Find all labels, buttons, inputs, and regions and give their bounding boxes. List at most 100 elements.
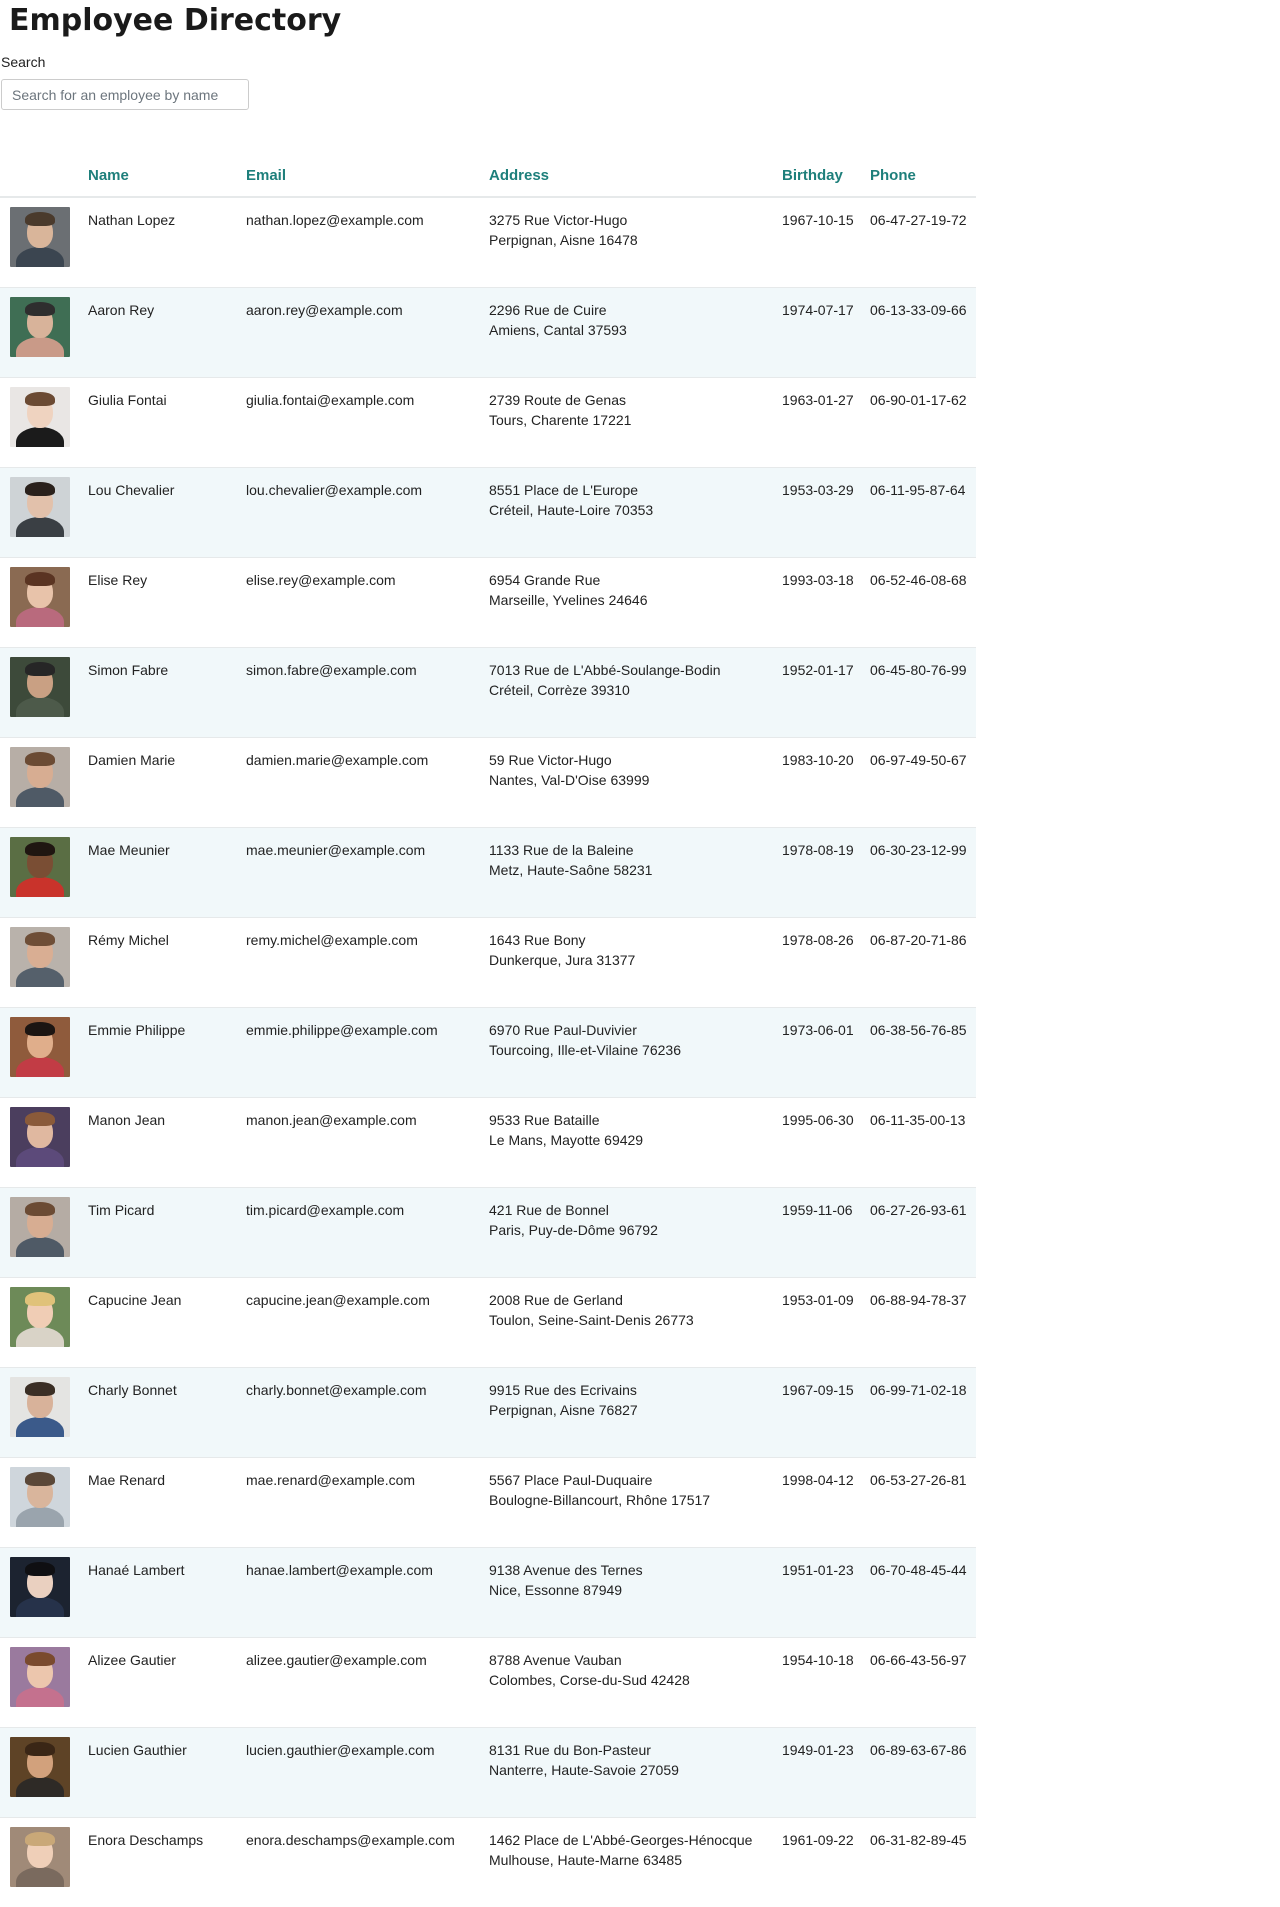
birthday-cell: 1973-06-01 <box>782 1008 870 1098</box>
name-cell: Charly Bonnet <box>88 1368 246 1458</box>
employee-email: tim.picard@example.com <box>246 1188 489 1220</box>
table-row: Simon Fabresimon.fabre@example.com7013 R… <box>0 648 976 738</box>
header-email[interactable]: Email <box>246 155 489 197</box>
employee-phone: 06-66-43-56-97 <box>870 1638 976 1670</box>
avatar-hair <box>25 1202 55 1216</box>
avatar-hair <box>25 1652 55 1666</box>
address-cell: 9138 Avenue des TernesNice, Essonne 8794… <box>489 1548 782 1638</box>
employee-email: charly.bonnet@example.com <box>246 1368 489 1400</box>
employee-birthday: 1953-03-29 <box>782 468 870 500</box>
avatar-cell <box>0 1548 88 1638</box>
employee-email: simon.fabre@example.com <box>246 648 489 680</box>
address-cell: 59 Rue Victor-HugoNantes, Val-D'Oise 639… <box>489 738 782 828</box>
avatar-cell <box>0 1368 88 1458</box>
avatar <box>10 837 70 897</box>
birthday-cell: 1974-07-17 <box>782 288 870 378</box>
phone-cell: 06-13-33-09-66 <box>870 288 976 378</box>
avatar <box>10 1557 70 1617</box>
email-cell: aaron.rey@example.com <box>246 288 489 378</box>
address-street: 1462 Place de L'Abbé-Georges-Hénocque <box>489 1830 782 1850</box>
employee-birthday: 1963-01-27 <box>782 378 870 410</box>
employee-email: enora.deschamps@example.com <box>246 1818 489 1850</box>
avatar-cell <box>0 1638 88 1728</box>
avatar-shoulders <box>16 517 64 537</box>
avatar-hair <box>25 1832 55 1846</box>
avatar-cell <box>0 1458 88 1548</box>
address-cell: 421 Rue de BonnelParis, Puy-de-Dôme 9679… <box>489 1188 782 1278</box>
address-street: 8551 Place de L'Europe <box>489 480 782 500</box>
phone-cell: 06-52-46-08-68 <box>870 558 976 648</box>
employee-phone: 06-38-56-76-85 <box>870 1008 976 1040</box>
address-street: 8788 Avenue Vauban <box>489 1650 782 1670</box>
birthday-cell: 1949-01-23 <box>782 1728 870 1818</box>
birthday-cell: 1952-01-17 <box>782 648 870 738</box>
avatar <box>10 927 70 987</box>
search-input[interactable] <box>1 79 249 110</box>
email-cell: giulia.fontai@example.com <box>246 378 489 468</box>
header-name[interactable]: Name <box>88 155 246 197</box>
phone-cell: 06-47-27-19-72 <box>870 197 976 288</box>
avatar-hair <box>25 482 55 496</box>
avatar-cell <box>0 197 88 288</box>
avatar-shoulders <box>16 1147 64 1167</box>
phone-cell: 06-11-95-87-64 <box>870 468 976 558</box>
header-birthday[interactable]: Birthday <box>782 155 870 197</box>
name-cell: Simon Fabre <box>88 648 246 738</box>
employee-email: damien.marie@example.com <box>246 738 489 770</box>
avatar-hair <box>25 302 55 316</box>
avatar-shoulders <box>16 1777 64 1797</box>
table-row: Lucien Gauthierlucien.gauthier@example.c… <box>0 1728 976 1818</box>
address-cell: 8551 Place de L'EuropeCréteil, Haute-Loi… <box>489 468 782 558</box>
name-cell: Mae Meunier <box>88 828 246 918</box>
table-row: Nathan Lopeznathan.lopez@example.com3275… <box>0 197 976 288</box>
avatar <box>10 1467 70 1527</box>
employee-phone: 06-53-27-26-81 <box>870 1458 976 1490</box>
table-row: Damien Mariedamien.marie@example.com59 R… <box>0 738 976 828</box>
birthday-cell: 1993-03-18 <box>782 558 870 648</box>
employee-email: emmie.philippe@example.com <box>246 1008 489 1040</box>
table-row: Tim Picardtim.picard@example.com421 Rue … <box>0 1188 976 1278</box>
address-street: 9138 Avenue des Ternes <box>489 1560 782 1580</box>
employee-birthday: 1967-10-15 <box>782 198 870 230</box>
employee-birthday: 1959-11-06 <box>782 1188 870 1220</box>
search-label: Search <box>1 54 1280 70</box>
employee-birthday: 1993-03-18 <box>782 558 870 590</box>
table-row: Charly Bonnetcharly.bonnet@example.com99… <box>0 1368 976 1458</box>
address-city: Amiens, Cantal 37593 <box>489 320 782 340</box>
avatar-shoulders <box>16 1507 64 1527</box>
employee-birthday: 1998-04-12 <box>782 1458 870 1490</box>
avatar-cell <box>0 1278 88 1368</box>
employee-name: Mae Meunier <box>88 828 246 860</box>
birthday-cell: 1978-08-26 <box>782 918 870 1008</box>
birthday-cell: 1963-01-27 <box>782 378 870 468</box>
phone-cell: 06-30-23-12-99 <box>870 828 976 918</box>
email-cell: remy.michel@example.com <box>246 918 489 1008</box>
email-cell: charly.bonnet@example.com <box>246 1368 489 1458</box>
avatar-shoulders <box>16 967 64 987</box>
phone-cell: 06-87-20-71-86 <box>870 918 976 1008</box>
address-city: Mulhouse, Haute-Marne 63485 <box>489 1850 782 1870</box>
employee-email: alizee.gautier@example.com <box>246 1638 489 1670</box>
address-cell: 1643 Rue BonyDunkerque, Jura 31377 <box>489 918 782 1008</box>
address-city: Marseille, Yvelines 24646 <box>489 590 782 610</box>
header-phone[interactable]: Phone <box>870 155 976 197</box>
address-city: Boulogne-Billancourt, Rhône 17517 <box>489 1490 782 1510</box>
email-cell: elise.rey@example.com <box>246 558 489 648</box>
address-street: 6954 Grande Rue <box>489 570 782 590</box>
avatar-shoulders <box>16 427 64 447</box>
avatar-cell <box>0 918 88 1008</box>
table-row: Rémy Michelremy.michel@example.com1643 R… <box>0 918 976 1008</box>
table-row: Lou Chevalierlou.chevalier@example.com85… <box>0 468 976 558</box>
avatar-shoulders <box>16 787 64 807</box>
name-cell: Capucine Jean <box>88 1278 246 1368</box>
address-cell: 7013 Rue de L'Abbé-Soulange-BodinCréteil… <box>489 648 782 738</box>
address-city: Nanterre, Haute-Savoie 27059 <box>489 1760 782 1780</box>
name-cell: Lucien Gauthier <box>88 1728 246 1818</box>
table-row: Mae Meuniermae.meunier@example.com1133 R… <box>0 828 976 918</box>
avatar-hair <box>25 1292 55 1306</box>
table-row: Giulia Fontaigiulia.fontai@example.com27… <box>0 378 976 468</box>
table-row: Manon Jeanmanon.jean@example.com9533 Rue… <box>0 1098 976 1188</box>
header-address[interactable]: Address <box>489 155 782 197</box>
name-cell: Nathan Lopez <box>88 197 246 288</box>
address-cell: 6970 Rue Paul-DuvivierTourcoing, Ille-et… <box>489 1008 782 1098</box>
